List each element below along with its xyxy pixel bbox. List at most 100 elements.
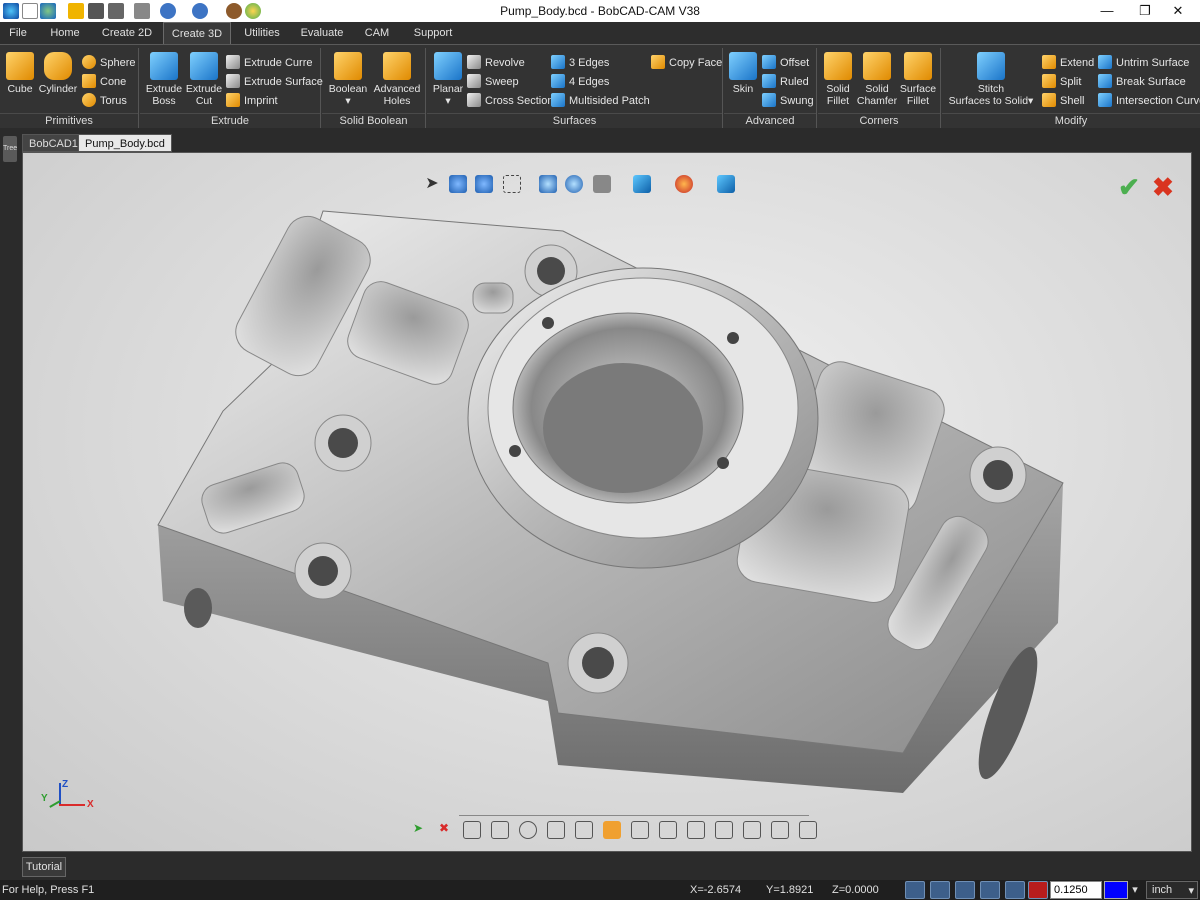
view-tool-10-icon[interactable]: [715, 821, 733, 839]
snap-tool-5-icon[interactable]: [1005, 881, 1025, 899]
tab-create-3d[interactable]: Create 3D: [163, 22, 231, 44]
multisided-patch-button[interactable]: Multisided Patch: [551, 92, 650, 110]
sweep-icon: [467, 74, 481, 88]
cone-icon: [82, 74, 96, 88]
solid-fillet-label-1: Solid: [826, 83, 850, 95]
snap-tool-3-icon[interactable]: [955, 881, 975, 899]
view-tool-8-icon[interactable]: [659, 821, 677, 839]
tab-utilities[interactable]: Utilities: [234, 22, 290, 44]
copy-face-button[interactable]: Copy Face: [651, 54, 722, 72]
solid-fillet-label-2: Fillet: [826, 95, 850, 107]
shell-button[interactable]: Shell: [1042, 92, 1084, 110]
view-tool-11-icon[interactable]: [743, 821, 761, 839]
solid-chamfer-label-1: Solid: [865, 83, 889, 95]
view-tool-9-icon[interactable]: [687, 821, 705, 839]
extrude-curve-icon: [226, 55, 240, 69]
view-tool-5-icon[interactable]: [575, 821, 593, 839]
stitch-button[interactable]: Stitch Surfaces to Solid▾: [946, 50, 1036, 107]
three-edges-button[interactable]: 3 Edges: [551, 54, 609, 72]
view-tool-1-icon[interactable]: [463, 821, 481, 839]
view-tool-12-icon[interactable]: [771, 821, 789, 839]
planar-button[interactable]: Planar ▾: [431, 50, 465, 107]
cross-section-label: Cross Section: [485, 95, 554, 107]
close-button[interactable]: ✕: [1155, 0, 1200, 22]
pump-body-model[interactable]: [23, 153, 1192, 852]
stitch-dropdown-icon[interactable]: ▾: [1028, 95, 1033, 107]
snap-tool-2-icon[interactable]: [930, 881, 950, 899]
extrude-boss-button[interactable]: Extrude Boss: [144, 50, 184, 107]
snap-tool-4-icon[interactable]: [980, 881, 1000, 899]
tab-file[interactable]: File: [0, 22, 36, 44]
swung-button[interactable]: Swung: [762, 92, 814, 110]
surface-fillet-button[interactable]: Surface Fillet: [898, 50, 938, 107]
color-dropdown-icon[interactable]: ▾: [1128, 881, 1142, 899]
swung-icon: [762, 93, 776, 107]
unit-dropdown-icon: ▾: [1188, 885, 1194, 897]
view-tool-13-icon[interactable]: [799, 821, 817, 839]
view-tool-7-icon[interactable]: [631, 821, 649, 839]
tab-cam[interactable]: CAM: [356, 22, 398, 44]
untrim-surface-button[interactable]: Untrim Surface: [1098, 54, 1189, 72]
doc-tab-bobcad1[interactable]: BobCAD1: [22, 134, 85, 152]
extrude-cut-label-1: Extrude: [185, 83, 223, 95]
skin-button[interactable]: Skin: [728, 50, 758, 95]
reject-view-icon[interactable]: ✖: [435, 821, 453, 839]
copy-face-label: Copy Face: [669, 57, 723, 69]
boolean-dropdown-icon[interactable]: ▾: [345, 95, 350, 107]
tab-home[interactable]: Home: [40, 22, 90, 44]
extrude-surface-button[interactable]: Extrude Surface: [226, 73, 323, 91]
sphere-button[interactable]: Sphere: [82, 54, 135, 72]
tab-support[interactable]: Support: [404, 22, 462, 44]
menu-bar: File Home Create 2D Create 3D Utilities …: [0, 22, 1200, 44]
step-value-input[interactable]: [1050, 881, 1102, 899]
extrude-curve-button[interactable]: Extrude Curre: [226, 54, 312, 72]
solid-fillet-button[interactable]: Solid Fillet: [820, 50, 856, 107]
solid-chamfer-button[interactable]: Solid Chamfer: [856, 50, 898, 107]
shell-label: Shell: [1060, 95, 1085, 107]
tab-evaluate[interactable]: Evaluate: [294, 22, 350, 44]
extend-button[interactable]: Extend: [1042, 54, 1094, 72]
accept-view-icon[interactable]: ➤: [409, 821, 427, 839]
intersection-curves-button[interactable]: Intersection Curves: [1098, 92, 1200, 110]
view-tool-6-icon[interactable]: [603, 821, 621, 839]
planar-dropdown-icon[interactable]: ▾: [445, 95, 450, 107]
break-surface-button[interactable]: Break Surface: [1098, 73, 1186, 91]
doc-tab-pump-body[interactable]: Pump_Body.bcd: [78, 134, 172, 152]
color-swatch[interactable]: [1104, 881, 1128, 899]
cross-section-button[interactable]: Cross Section: [467, 92, 553, 110]
advanced-holes-button[interactable]: Advanced Holes: [372, 50, 422, 107]
cylinder-button[interactable]: Cylinder: [38, 50, 78, 95]
sweep-button[interactable]: Sweep: [467, 73, 519, 91]
cone-button[interactable]: Cone: [82, 73, 126, 91]
tree-side-tab[interactable]: Tree: [3, 136, 17, 162]
intersection-curves-icon: [1098, 93, 1112, 107]
boolean-button[interactable]: Boolean ▾: [326, 50, 370, 107]
revolve-button[interactable]: Revolve: [467, 54, 525, 72]
tab-create-2d[interactable]: Create 2D: [94, 22, 160, 44]
axis-x-label: X: [87, 799, 94, 810]
four-edges-button[interactable]: 4 Edges: [551, 73, 609, 91]
offset-button[interactable]: Offset: [762, 54, 809, 72]
group-corners: Solid Fillet Solid Chamfer Surface Fille…: [818, 48, 941, 128]
cube-button[interactable]: Cube: [4, 50, 36, 95]
extrude-boss-icon: [150, 52, 178, 80]
tutorial-button[interactable]: Tutorial: [22, 857, 66, 877]
3d-viewport[interactable]: ➤ ✔ ✖ Z X Y ➤ ✖: [22, 152, 1192, 852]
surface-fillet-label-1: Surface: [899, 83, 937, 95]
view-tool-4-icon[interactable]: [547, 821, 565, 839]
four-edges-label: 4 Edges: [569, 76, 610, 88]
snap-tool-1-icon[interactable]: [905, 881, 925, 899]
extrude-cut-button[interactable]: Extrude Cut: [184, 50, 224, 107]
extrude-cut-label-2: Cut: [195, 95, 213, 107]
view-tool-2-icon[interactable]: [491, 821, 509, 839]
torus-button[interactable]: Torus: [82, 92, 127, 110]
view-tool-3-icon[interactable]: [519, 821, 537, 839]
unit-select[interactable]: inch ▾: [1146, 881, 1198, 899]
split-button[interactable]: Split: [1042, 73, 1081, 91]
planar-icon: [434, 52, 462, 80]
ruled-button[interactable]: Ruled: [762, 73, 809, 91]
imprint-button[interactable]: Imprint: [226, 92, 278, 110]
offset-icon: [762, 55, 776, 69]
help-question-icon[interactable]: [1028, 881, 1048, 899]
untrim-surface-icon: [1098, 55, 1112, 69]
